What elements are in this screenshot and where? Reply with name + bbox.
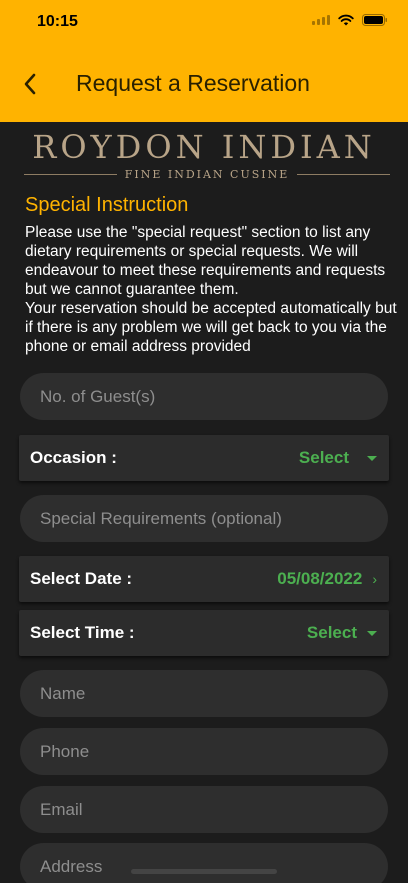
email-placeholder: Email <box>40 799 83 819</box>
guests-placeholder: No. of Guest(s) <box>40 386 156 406</box>
logo-tagline: FINE INDIAN CUSINE <box>124 168 290 181</box>
guests-input[interactable]: No. of Guest(s) <box>20 373 388 420</box>
time-label: Select Time : <box>30 623 135 642</box>
date-value: 05/08/2022 <box>277 569 363 588</box>
chevron-left-icon <box>24 73 36 95</box>
chevron-right-icon: › <box>372 571 377 587</box>
phone-input[interactable]: Phone <box>20 728 388 775</box>
date-picker[interactable]: Select Date : 05/08/2022 › <box>19 556 389 602</box>
reservation-form-area: ROYDON INDIAN FINE INDIAN CUSINE Special… <box>0 122 408 883</box>
status-icons <box>312 14 388 26</box>
caret-down-icon <box>367 455 377 461</box>
address-input[interactable]: Address <box>20 843 388 883</box>
back-button[interactable] <box>16 68 44 100</box>
instructions-title: Special Instruction <box>25 194 189 216</box>
phone-placeholder: Phone <box>40 741 90 761</box>
logo-name: ROYDON INDIAN <box>32 128 376 166</box>
date-label: Select Date : <box>30 569 133 588</box>
special-requirements-input[interactable]: Special Requirements (optional) <box>20 495 388 542</box>
name-input[interactable]: Name <box>20 670 388 717</box>
email-input[interactable]: Email <box>20 786 388 833</box>
occasion-value: Select <box>298 448 349 467</box>
divider <box>24 174 117 175</box>
occasion-dropdown[interactable]: Occasion : Select <box>19 435 389 481</box>
occasion-label: Occasion : <box>30 448 117 467</box>
status-time: 10:15 <box>37 13 78 30</box>
restaurant-logo: ROYDON INDIAN <box>0 128 408 166</box>
home-indicator <box>131 869 277 874</box>
instructions-text: Please use the "special request" section… <box>25 224 397 355</box>
app-header: 10:15 Request a Reservation <box>0 0 408 122</box>
divider <box>297 174 390 175</box>
special-requirements-placeholder: Special Requirements (optional) <box>40 508 282 528</box>
time-dropdown[interactable]: Select Time : Select <box>19 610 389 656</box>
logo-tagline-row: FINE INDIAN CUSINE <box>24 168 390 181</box>
wifi-icon <box>338 14 354 26</box>
name-placeholder: Name <box>40 683 86 703</box>
caret-down-icon <box>367 630 377 636</box>
time-value: Select <box>306 623 357 642</box>
address-placeholder: Address <box>40 856 103 876</box>
page-title: Request a Reservation <box>76 70 310 96</box>
signal-icon <box>312 15 330 25</box>
battery-icon <box>362 14 388 26</box>
